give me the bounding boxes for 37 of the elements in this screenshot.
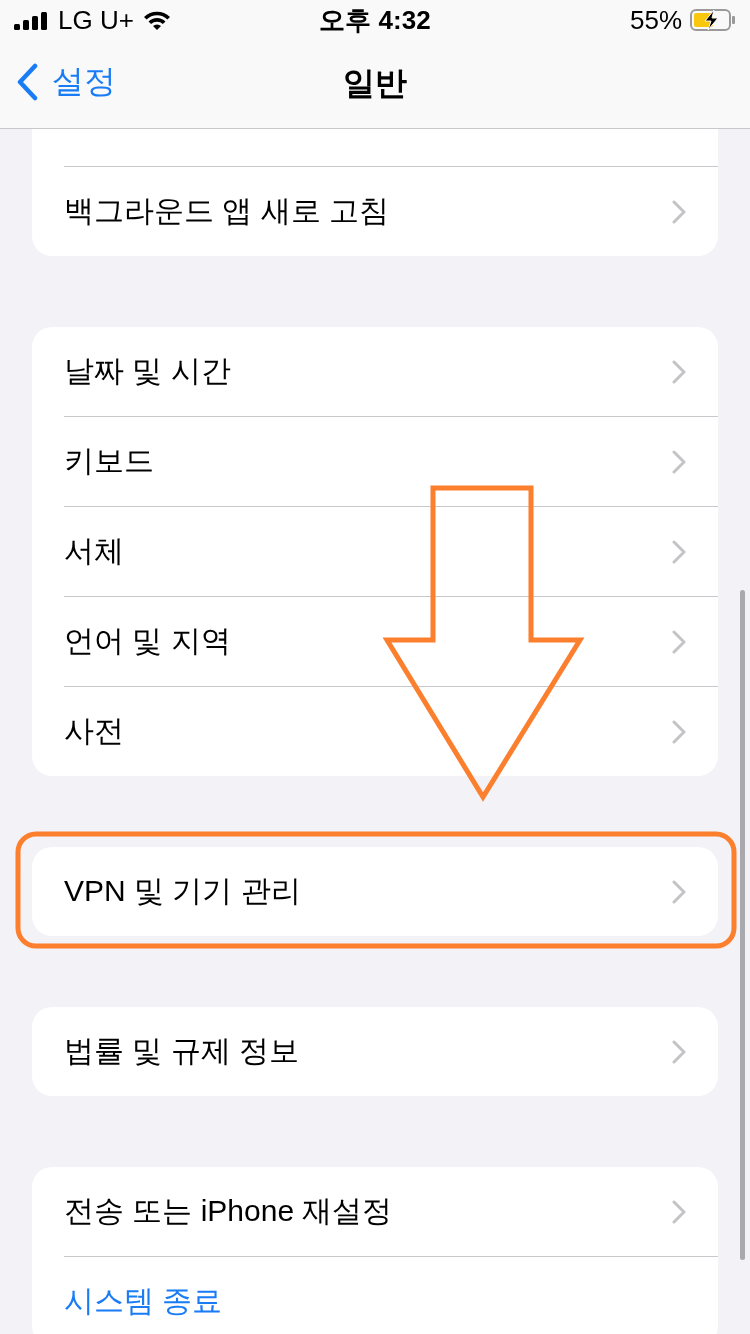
battery-charging-icon: [690, 8, 736, 32]
row-label: 키보드: [64, 443, 155, 479]
carrier-name: LG U+: [58, 4, 134, 36]
chevron-icon: [672, 879, 686, 904]
row-label: 법률 및 규제 정보: [64, 1033, 300, 1069]
row-label: VPN 및 기기 관리: [64, 873, 302, 909]
clock-time: 오후 4:32: [319, 3, 431, 37]
row-label: 백그라운드 앱 새로 고침: [64, 193, 390, 229]
settings-row[interactable]: 서체: [64, 506, 718, 596]
page-title: 일반: [343, 64, 407, 103]
row-label: 사전: [64, 713, 125, 749]
back-button[interactable]: 설정: [16, 60, 116, 104]
chevron-icon: [672, 539, 686, 564]
settings-row[interactable]: 시스템 종료: [64, 1256, 718, 1334]
row-label: 날짜 및 시간: [64, 353, 232, 389]
settings-row[interactable]: 백그라운드 앱 새로 고침: [64, 166, 718, 256]
battery-percent: 55%: [629, 4, 682, 36]
settings-row[interactable]: 키보드: [64, 416, 718, 506]
settings-row[interactable]: 언어 및 지역: [64, 596, 718, 686]
chevron-icon: [672, 629, 686, 654]
back-chevron-icon: [16, 63, 38, 101]
row-label: 시스템 종료: [64, 1283, 224, 1319]
row-label: 전송 또는 iPhone 재설정: [64, 1193, 394, 1229]
settings-row[interactable]: 사전: [64, 686, 718, 776]
chevron-icon: [672, 1039, 686, 1064]
row-label: 언어 및 지역: [64, 623, 232, 659]
chevron-icon: [672, 719, 686, 744]
settings-row[interactable]: 전송 또는 iPhone 재설정: [64, 1167, 718, 1256]
settings-row[interactable]: VPN 및 기기 관리: [64, 847, 718, 936]
chevron-icon: [672, 449, 686, 474]
chevron-icon: [672, 199, 686, 224]
chevron-icon: [672, 359, 686, 384]
signal-icon: [14, 10, 50, 30]
chevron-icon: [672, 1199, 686, 1224]
settings-row[interactable]: 법률 및 규제 정보: [64, 1007, 718, 1096]
settings-row[interactable]: 날짜 및 시간: [64, 327, 718, 416]
row-label: 서체: [64, 533, 125, 569]
